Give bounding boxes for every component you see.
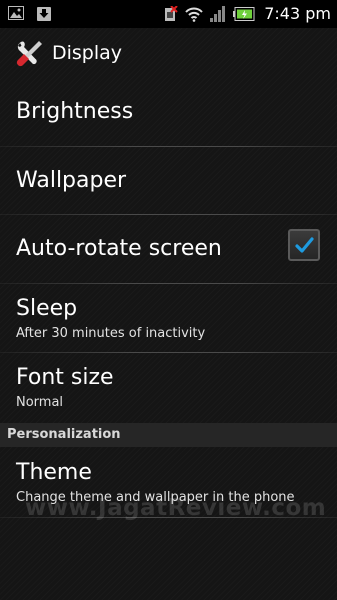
auto-rotate-setting[interactable]: Auto-rotate screen <box>0 215 337 283</box>
brightness-title: Brightness <box>16 99 134 124</box>
auto-rotate-title: Auto-rotate screen <box>16 236 222 261</box>
font-size-summary: Normal <box>16 395 64 410</box>
sleep-summary: After 30 minutes of inactivity <box>16 326 206 341</box>
auto-rotate-checkbox[interactable] <box>288 229 320 261</box>
font-size-setting[interactable]: Font size Normal <box>0 353 337 423</box>
battery-icon <box>233 6 255 21</box>
tools-icon <box>16 41 42 67</box>
personalization-header: Personalization <box>0 423 337 447</box>
status-clock: 7:43 pm <box>264 4 331 23</box>
download-icon <box>37 7 51 21</box>
screen-title: Display <box>52 42 123 64</box>
watermark: www.JagatReview.com <box>25 495 327 521</box>
status-bar: 7:43 pm <box>0 0 337 28</box>
wallpaper-setting[interactable]: Wallpaper <box>0 147 337 214</box>
action-bar[interactable]: Display <box>0 28 337 78</box>
brightness-setting[interactable]: Brightness <box>0 79 337 146</box>
font-size-title: Font size <box>16 365 114 390</box>
sleep-setting[interactable]: Sleep After 30 minutes of inactivity <box>0 284 337 352</box>
sleep-title: Sleep <box>16 296 78 321</box>
image-icon <box>8 6 24 20</box>
sim-error-icon <box>165 5 178 21</box>
signal-icon <box>210 5 226 22</box>
theme-title: Theme <box>16 460 92 485</box>
wifi-icon <box>185 7 203 22</box>
section-header-label: Personalization <box>7 427 121 442</box>
checkmark-icon <box>295 237 314 253</box>
wallpaper-title: Wallpaper <box>16 168 127 193</box>
